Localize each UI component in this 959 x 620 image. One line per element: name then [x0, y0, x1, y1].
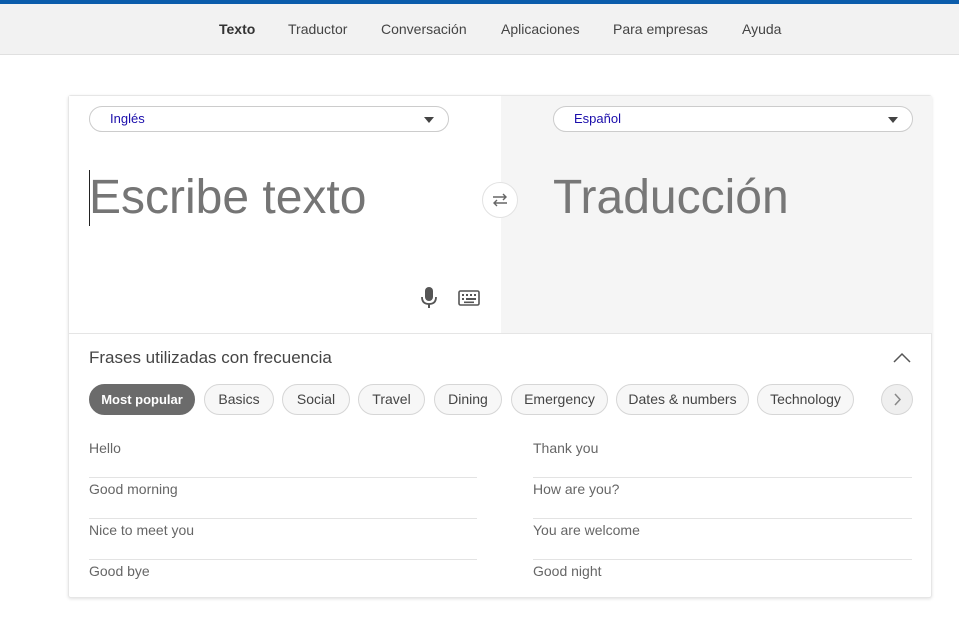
target-language-select[interactable]: Español: [553, 106, 913, 132]
source-pane: Inglés: [69, 96, 501, 333]
phrase-item[interactable]: You are welcome: [533, 519, 912, 560]
caret-down-icon: [888, 117, 898, 123]
text-cursor: [89, 170, 90, 226]
phrase-item[interactable]: Hello: [89, 437, 477, 478]
top-nav: Texto Traductor Conversación Aplicacione…: [0, 4, 959, 55]
swap-icon: [493, 193, 507, 207]
nav-item-para-empresas[interactable]: Para empresas: [613, 4, 708, 54]
phrase-item[interactable]: How are you?: [533, 478, 912, 519]
target-pane: Español Traducción: [501, 96, 932, 333]
next-categories-button[interactable]: [881, 384, 913, 415]
category-chip-dining[interactable]: Dining: [434, 384, 502, 415]
category-chip-social[interactable]: Social: [282, 384, 350, 415]
swap-languages-button[interactable]: [482, 182, 518, 218]
caret-down-icon: [424, 117, 434, 123]
phrase-item[interactable]: Nice to meet you: [89, 519, 477, 560]
category-chip-most-popular[interactable]: Most popular: [89, 384, 195, 415]
phrases-title: Frases utilizadas con frecuencia: [89, 348, 332, 367]
phrase-item[interactable]: Good bye: [89, 560, 477, 601]
phrase-item[interactable]: Good morning: [89, 478, 477, 519]
category-chip-emergency[interactable]: Emergency: [511, 384, 608, 415]
section-divider: [69, 333, 931, 334]
keyboard-icon[interactable]: [458, 289, 480, 307]
translator-card: Inglés Español Traducción: [68, 95, 932, 598]
source-language-select[interactable]: Inglés: [89, 106, 449, 132]
chevron-up-icon[interactable]: [893, 352, 911, 364]
category-chip-dates-numbers[interactable]: Dates & numbers: [616, 384, 749, 415]
nav-item-texto[interactable]: Texto: [219, 4, 255, 54]
source-language-label: Inglés: [110, 111, 145, 126]
target-language-label: Español: [574, 111, 621, 126]
nav-item-aplicaciones[interactable]: Aplicaciones: [501, 4, 580, 54]
phrase-item[interactable]: Thank you: [533, 437, 912, 478]
chevron-right-icon: [894, 393, 902, 406]
phrase-item[interactable]: Good night: [533, 560, 912, 601]
category-chip-technology[interactable]: Technology: [757, 384, 854, 415]
source-text-input[interactable]: [89, 168, 479, 228]
microphone-icon[interactable]: [419, 287, 439, 309]
nav-item-traductor[interactable]: Traductor: [288, 4, 347, 54]
nav-item-ayuda[interactable]: Ayuda: [742, 4, 781, 54]
nav-item-conversacion[interactable]: Conversación: [381, 4, 467, 54]
translation-output: Traducción: [553, 171, 789, 224]
category-chip-travel[interactable]: Travel: [358, 384, 425, 415]
category-chip-basics[interactable]: Basics: [204, 384, 274, 415]
